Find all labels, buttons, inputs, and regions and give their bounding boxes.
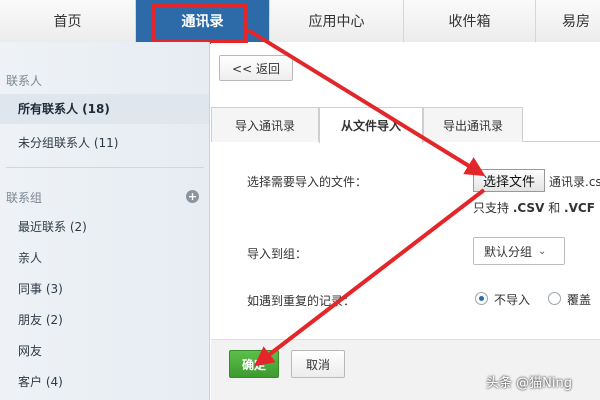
sidebar-item-group[interactable]: 最近联系 (2) [18,218,87,235]
contacts-header: 联系人 [6,74,43,88]
radio-overwrite-label: 覆盖 [567,293,592,307]
sidebar-item-group[interactable]: 网友 [18,342,42,359]
tab-export-contacts[interactable]: 导出通讯录 [423,107,523,142]
duplicate-field-label: 如遇到重复的记录： [247,294,356,308]
highlight-box [152,4,248,44]
radio-skip[interactable] [475,292,488,305]
sidebar-item-ungrouped[interactable]: 未分组联系人 (11) [18,134,118,151]
radio-skip-label: 不导入 [494,293,531,307]
sidebar-divider [6,167,204,168]
chevron-down-icon: ⌄ [538,245,547,257]
sidebar-item-group[interactable]: 亲人 [18,249,42,266]
support-hint: 只支持 .CSV 和 .VCF [473,199,595,216]
group-select[interactable]: 默认分组 ⌄ [473,237,565,265]
top-nav: 首页 通讯录 应用中心 收件箱 易房 [0,0,600,42]
sidebar-item-group[interactable]: 朋友 (2) [18,311,63,328]
sidebar: 联系人 所有联系人 (18) 未分组联系人 (11) 联系组 + 最近联系 (2… [0,42,210,400]
groups-header: 联系组 [6,191,43,205]
tab-import-contacts[interactable]: 导入通讯录 [211,107,319,142]
choose-file-button[interactable]: 选择文件 [473,169,545,192]
support-prefix: 只支持 [473,201,510,215]
support-and: 和 [548,201,561,215]
nav-tab-home[interactable]: 首页 [0,0,136,42]
main-panel: << 返回 导入通讯录 从文件导入 导出通讯录 选择需要导入的文件： 选择文件 … [211,43,600,400]
radio-overwrite[interactable] [548,292,561,305]
tab-import-from-file[interactable]: 从文件导入 [319,107,423,143]
cancel-button[interactable]: 取消 [291,350,345,378]
file-field-label: 选择需要导入的文件： [247,175,368,189]
sidebar-item-group[interactable]: 客户 (4) [18,373,63,390]
nav-tab-app-center[interactable]: 应用中心 [270,0,404,42]
ok-button[interactable]: 确定 [229,350,279,378]
support-vcf: .VCF [564,201,595,215]
nav-tab-more[interactable]: 易房 [536,0,600,42]
sidebar-item-all-contacts[interactable]: 所有联系人 (18) [0,94,209,124]
group-field-label: 导入到组： [247,247,308,261]
watermark: 头条 @猫Ning [486,376,572,391]
sidebar-item-group[interactable]: 同事 (3) [18,280,63,297]
back-button[interactable]: << 返回 [219,55,293,81]
add-group-icon[interactable]: + [186,190,199,203]
nav-tab-inbox[interactable]: 收件箱 [404,0,536,42]
support-csv: .CSV [512,201,545,215]
group-select-value: 默认分组 [484,244,533,259]
selected-file-name: 通讯录.csv [549,175,600,189]
